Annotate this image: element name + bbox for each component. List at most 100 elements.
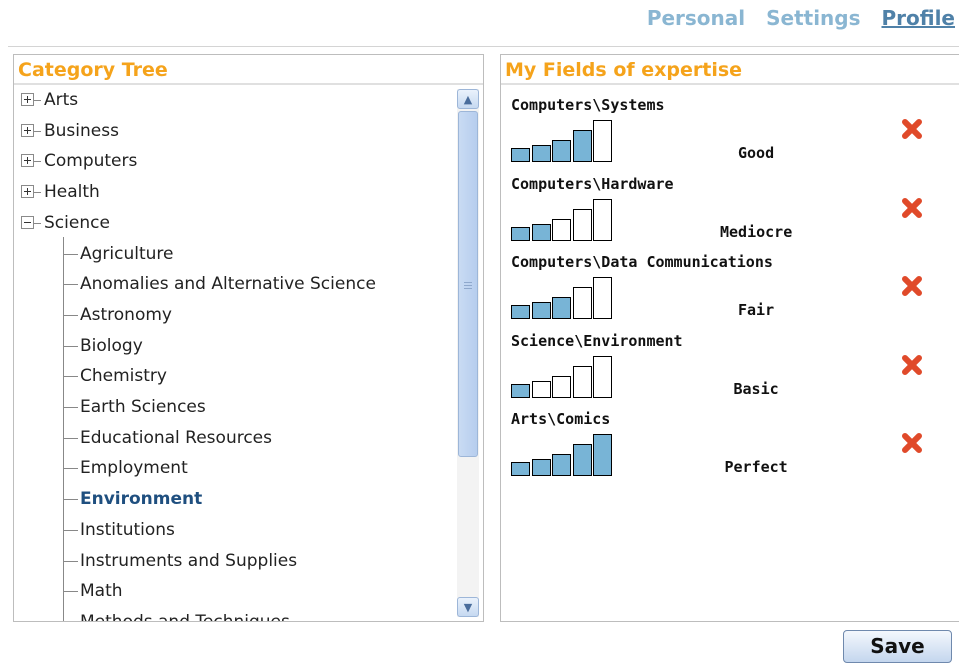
field-path: Arts\Comics xyxy=(511,410,611,428)
level-bar xyxy=(552,140,571,162)
level-bar xyxy=(531,302,551,319)
tree-child-node[interactable]: Employment xyxy=(14,457,454,479)
tree-viewport: Arts Business Computers Health Science Agricu… xyxy=(14,87,457,621)
tree-child-node[interactable]: Chemistry xyxy=(14,365,454,387)
level-bar xyxy=(531,380,551,398)
field-path: Computers\Data Communications xyxy=(511,253,773,271)
level-bar xyxy=(511,148,530,162)
level-bar xyxy=(552,297,571,319)
tree-node-label: Health xyxy=(44,182,100,203)
collapse-icon[interactable] xyxy=(21,215,34,229)
tree-node[interactable]: Computers xyxy=(14,150,454,172)
tree-node-label: Science xyxy=(44,212,110,233)
tree-node-label-selected: Environment xyxy=(80,489,203,510)
expertise-item: Computers\Hardware Mediocre xyxy=(511,175,951,253)
nav-personal[interactable]: Personal xyxy=(647,6,745,30)
tree-node-label: Business xyxy=(44,120,119,141)
expand-icon[interactable] xyxy=(21,93,34,106)
tree-node[interactable]: Arts xyxy=(14,89,454,111)
tree-node-label: Anomalies and Alternative Science xyxy=(80,274,376,295)
tree-connector xyxy=(63,284,78,286)
level-bar xyxy=(593,120,612,162)
tree-node[interactable]: Science xyxy=(14,212,454,234)
level-bar xyxy=(572,365,592,398)
expand-icon[interactable] xyxy=(21,185,34,199)
remove-icon[interactable] xyxy=(899,273,925,299)
expand-icon[interactable] xyxy=(21,154,34,168)
level-bar xyxy=(552,375,571,398)
field-level: Good xyxy=(738,144,775,162)
tree-scrollbar[interactable]: ▲ ▼ xyxy=(457,89,479,617)
level-bar xyxy=(552,454,571,476)
save-button[interactable]: Save xyxy=(843,630,952,663)
level-bars xyxy=(511,354,621,398)
tree-connector xyxy=(63,345,78,347)
scroll-down-button[interactable]: ▼ xyxy=(457,597,479,617)
level-bars xyxy=(511,197,621,241)
tree-connector xyxy=(34,161,41,163)
tree-connector xyxy=(63,253,78,255)
tree-node[interactable]: Health xyxy=(14,181,454,203)
scrollbar-thumb[interactable] xyxy=(458,111,478,457)
field-path: Science\Environment xyxy=(511,331,683,350)
tree-child-node[interactable]: Anomalies and Alternative Science xyxy=(14,273,454,295)
nav-settings[interactable]: Settings xyxy=(766,6,860,30)
remove-icon[interactable] xyxy=(899,116,925,142)
tree-child-node[interactable]: Earth Sciences xyxy=(14,396,454,418)
field-level: Mediocre xyxy=(720,222,793,241)
tree-node-label: Chemistry xyxy=(80,366,167,387)
level-bar xyxy=(593,355,612,398)
level-bar xyxy=(552,218,571,241)
level-bar xyxy=(531,145,551,162)
scroll-up-button[interactable]: ▲ xyxy=(457,89,479,109)
remove-icon[interactable] xyxy=(899,430,925,456)
tree-connector xyxy=(63,468,78,470)
field-path: Computers\Hardware xyxy=(511,174,674,193)
tree-child-node[interactable]: Instruments and Supplies xyxy=(14,550,454,572)
tree-node[interactable]: Business xyxy=(14,120,454,142)
tree-child-node[interactable]: Educational Resources xyxy=(14,427,454,449)
tree-connector xyxy=(34,222,41,224)
nav-profile[interactable]: Profile xyxy=(881,6,955,30)
tree-child-node[interactable]: Agriculture xyxy=(14,243,454,265)
tree-child-node[interactable]: Environment xyxy=(14,488,454,510)
expertise-item: Arts\Comics Perfect xyxy=(511,410,951,488)
level-bar xyxy=(531,459,551,476)
level-bar xyxy=(572,287,592,319)
tree-node-label: Astronomy xyxy=(80,304,172,325)
tree-child-node[interactable]: Biology xyxy=(14,335,454,357)
tree-node-label: Computers xyxy=(44,151,138,172)
remove-icon[interactable] xyxy=(899,195,925,221)
expertise-item: Computers\Systems Good xyxy=(511,96,951,174)
expertise-item: Computers\Data Communications Fair xyxy=(511,253,951,331)
level-bar xyxy=(572,208,592,241)
level-bar xyxy=(572,444,592,476)
field-level: Fair xyxy=(738,301,775,319)
tree-child-node[interactable]: Math xyxy=(14,580,454,602)
tree-node-label: Employment xyxy=(80,458,188,479)
tree-connector xyxy=(63,529,78,531)
level-bars xyxy=(511,432,621,476)
remove-icon[interactable] xyxy=(899,352,925,378)
level-bar xyxy=(511,462,530,476)
level-bar xyxy=(531,223,551,241)
level-bar xyxy=(511,383,530,398)
tree-connector xyxy=(63,560,78,562)
field-level: Basic xyxy=(733,379,779,398)
tree-node-label: Educational Resources xyxy=(80,427,272,448)
tree-connector xyxy=(63,437,78,439)
tree-child-node[interactable]: Methods and Techniques xyxy=(14,611,454,621)
tree-child-node[interactable]: Astronomy xyxy=(14,304,454,326)
tree-node-label: Agriculture xyxy=(80,243,174,264)
expertise-panel: My Fields of expertise Computers\Systems… xyxy=(500,54,959,622)
tree-connector xyxy=(34,130,41,132)
tree-connector xyxy=(34,192,41,194)
level-bar xyxy=(593,198,612,241)
category-tree-title: Category Tree xyxy=(14,55,483,85)
expand-icon[interactable] xyxy=(21,123,34,137)
tree-node-label: Earth Sciences xyxy=(80,397,206,417)
level-bars xyxy=(511,275,621,319)
expertise-title: My Fields of expertise xyxy=(501,55,959,85)
tree-child-node[interactable]: Institutions xyxy=(14,519,454,541)
tree-connector xyxy=(63,314,78,316)
